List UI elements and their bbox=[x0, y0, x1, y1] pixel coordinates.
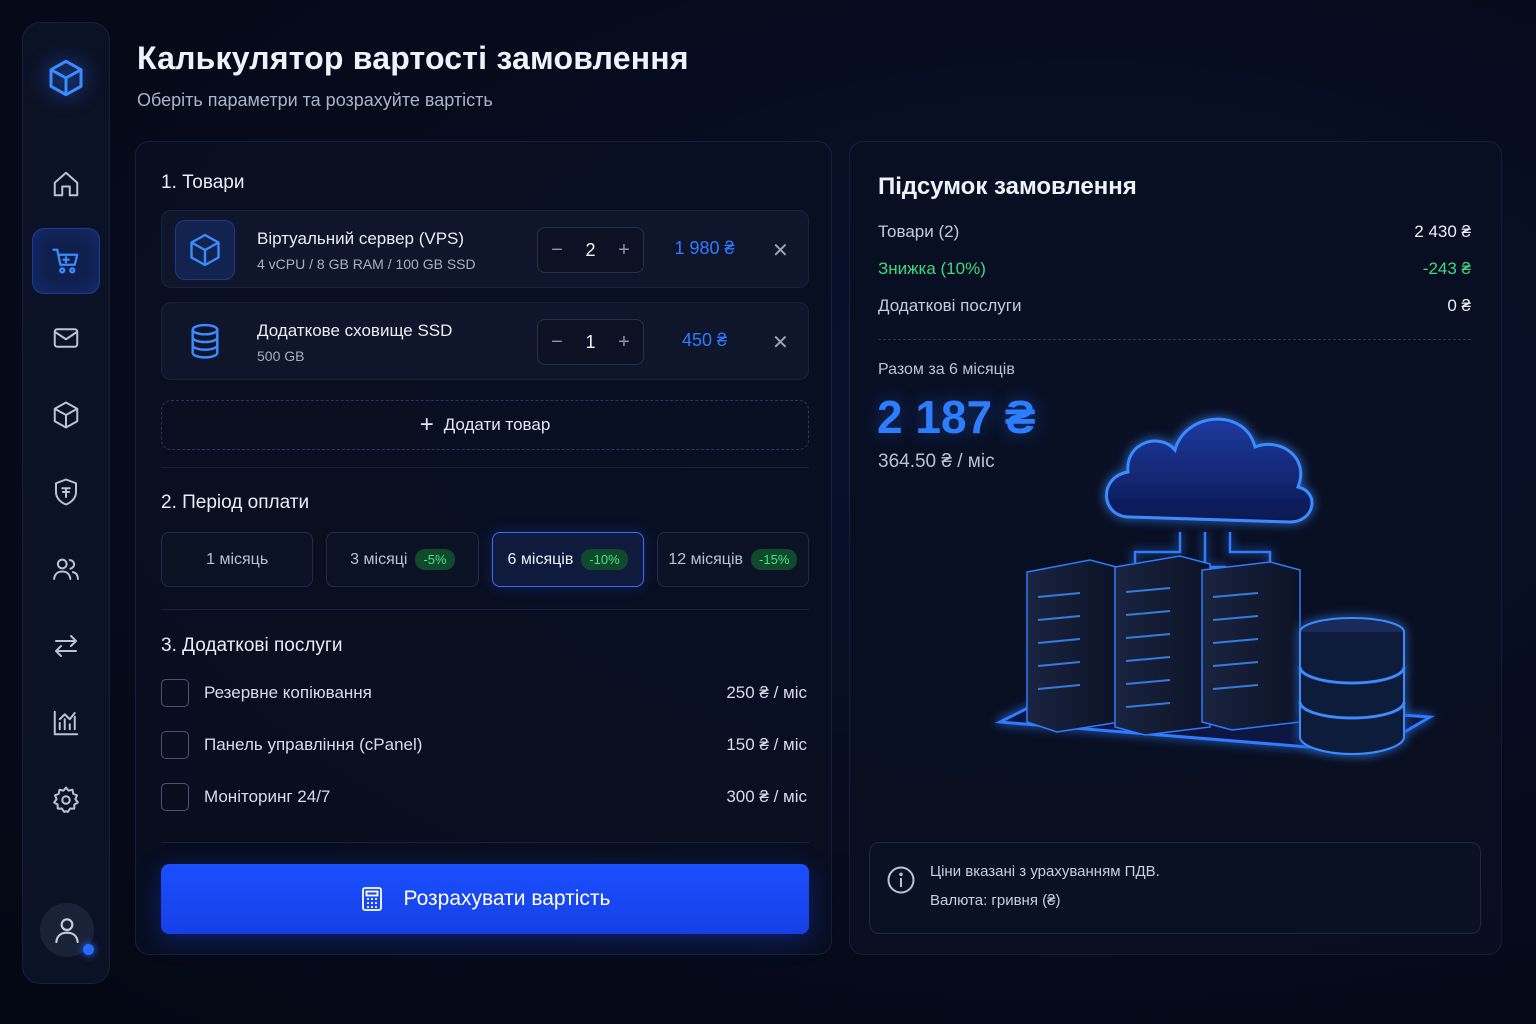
sidebar-nav bbox=[32, 151, 100, 833]
discount-badge: -10% bbox=[581, 549, 628, 570]
summary-divider bbox=[878, 339, 1471, 340]
analytics-icon bbox=[53, 710, 79, 736]
increment-button[interactable]: + bbox=[617, 239, 631, 262]
addon-price: 250 ₴ / міс bbox=[726, 683, 807, 702]
product-price: 1 980 ₴ bbox=[674, 238, 735, 258]
quantity-value[interactable]: 1 bbox=[585, 332, 595, 353]
addon-checkbox[interactable] bbox=[161, 731, 189, 759]
info-icon bbox=[887, 866, 915, 894]
sidebar-item-users[interactable] bbox=[32, 536, 100, 602]
sidebar-item-home[interactable] bbox=[32, 151, 100, 217]
period-section-title: 2. Період оплати bbox=[161, 492, 310, 513]
vat-info-box: Ціни вказані з урахуванням ПДВ. Валюта: … bbox=[869, 842, 1481, 934]
period-option-6-months[interactable]: 6 місяців -10% bbox=[491, 532, 644, 587]
addon-label: Моніторинг 24/7 bbox=[204, 787, 331, 806]
period-label: 3 місяці bbox=[350, 550, 408, 568]
summary-value: -243 ₴ bbox=[1422, 259, 1471, 278]
sidebar bbox=[22, 22, 110, 984]
home-icon bbox=[53, 171, 79, 197]
transfer-icon bbox=[55, 635, 77, 657]
increment-button[interactable]: + bbox=[617, 331, 631, 354]
summary-label: Товари (2) bbox=[878, 222, 960, 241]
product-name: Додаткове сховище SSD bbox=[257, 321, 453, 340]
addon-checkbox[interactable] bbox=[161, 783, 189, 811]
order-form-panel: 1. Товари Віртуальний сервер (VPS) 4 vCP… bbox=[135, 141, 832, 955]
sidebar-item-transfers[interactable] bbox=[32, 613, 100, 679]
period-label: 6 місяців bbox=[507, 550, 574, 568]
addon-backup: Резервне копіювання 250 ₴ / міс bbox=[161, 679, 809, 709]
user-icon bbox=[55, 918, 79, 944]
mail-icon bbox=[53, 328, 79, 348]
summary-value: 2 430 ₴ bbox=[1414, 222, 1471, 241]
page-subtitle: Оберіть параметри та розрахуйте вартість bbox=[137, 90, 493, 110]
decrement-button[interactable]: − bbox=[550, 331, 564, 354]
period-option-1-month[interactable]: 1 місяць bbox=[161, 532, 314, 587]
remove-icon[interactable]: ✕ bbox=[772, 330, 789, 355]
cloud-servers-illustration bbox=[994, 417, 1435, 756]
product-name: Віртуальний сервер (VPS) bbox=[257, 229, 465, 248]
sidebar-item-analytics[interactable] bbox=[32, 690, 100, 756]
plus-icon: + bbox=[419, 411, 434, 438]
period-options: 1 місяць 3 місяці -5% 6 місяців -10% 12 … bbox=[161, 532, 809, 587]
calculate-label: Розрахувати вартість bbox=[403, 887, 611, 910]
period-label: 12 місяців bbox=[668, 550, 744, 568]
quantity-stepper: − 1 + bbox=[537, 319, 644, 365]
products-section-title: 1. Товари bbox=[161, 172, 245, 193]
calculate-button[interactable]: Розрахувати вартість bbox=[161, 864, 809, 934]
product-price: 450 ₴ bbox=[681, 330, 728, 350]
product-spec: 500 GB bbox=[257, 348, 305, 364]
users-icon bbox=[53, 558, 79, 580]
decrement-button[interactable]: − bbox=[550, 239, 564, 262]
gear-icon bbox=[53, 786, 79, 813]
addon-price: 150 ₴ / міс bbox=[726, 735, 807, 754]
addons-section-title: 3. Додаткові послуги bbox=[161, 635, 343, 656]
online-status-dot bbox=[83, 944, 94, 955]
sidebar-item-products[interactable] bbox=[32, 382, 100, 448]
box-icon bbox=[53, 401, 79, 429]
shield-currency-icon bbox=[55, 478, 77, 506]
addon-checkbox[interactable] bbox=[161, 679, 189, 707]
discount-badge: -15% bbox=[751, 549, 798, 570]
cube-icon bbox=[175, 220, 235, 280]
addon-label: Резервне копіювання bbox=[204, 683, 372, 702]
product-spec: 4 vCPU / 8 GB RAM / 100 GB SSD bbox=[257, 256, 476, 272]
discount-badge: -5% bbox=[415, 549, 455, 570]
addon-price: 300 ₴ / міс bbox=[726, 787, 807, 806]
cube-logo-icon[interactable] bbox=[41, 53, 91, 103]
avatar[interactable] bbox=[40, 903, 94, 957]
add-product-label: Додати товар bbox=[443, 415, 551, 434]
summary-panel: Підсумок замовлення Товари (2) 2 430 ₴ З… bbox=[849, 141, 1502, 955]
quantity-value[interactable]: 2 bbox=[585, 240, 595, 261]
cart-icon bbox=[52, 248, 79, 274]
per-month-value: 364.50 ₴ / міс bbox=[878, 451, 995, 472]
summary-label: Додаткові послуги bbox=[878, 296, 1022, 315]
divider bbox=[161, 842, 809, 843]
sidebar-item-cart[interactable] bbox=[32, 228, 100, 294]
vat-note: Ціни вказані з урахуванням ПДВ. bbox=[930, 863, 1160, 880]
addon-label: Панель управління (cPanel) bbox=[204, 735, 423, 754]
sidebar-item-finance[interactable] bbox=[32, 459, 100, 525]
sidebar-item-mail[interactable] bbox=[32, 305, 100, 371]
period-label: 1 місяць bbox=[206, 550, 269, 568]
currency-note: Валюта: гривня (₴) bbox=[930, 892, 1061, 909]
summary-title: Підсумок замовлення bbox=[878, 173, 1137, 200]
product-row-storage: Додаткове сховище SSD 500 GB − 1 + 450 ₴… bbox=[161, 302, 809, 380]
page-title: Калькулятор вартості замовлення bbox=[137, 40, 689, 76]
summary-label: Знижка (10%) bbox=[878, 259, 986, 278]
remove-icon[interactable]: ✕ bbox=[772, 238, 789, 263]
divider bbox=[161, 609, 809, 610]
divider bbox=[161, 467, 809, 468]
database-icon bbox=[175, 312, 235, 372]
calculator-icon bbox=[361, 887, 382, 911]
summary-value: 0 ₴ bbox=[1447, 296, 1471, 315]
quantity-stepper: − 2 + bbox=[537, 227, 644, 273]
addon-cpanel: Панель управління (cPanel) 150 ₴ / міс bbox=[161, 731, 809, 761]
period-option-12-months[interactable]: 12 місяців -15% bbox=[656, 532, 809, 587]
product-row-vps: Віртуальний сервер (VPS) 4 vCPU / 8 GB R… bbox=[161, 210, 809, 288]
period-option-3-months[interactable]: 3 місяці -5% bbox=[326, 532, 479, 587]
sidebar-item-settings[interactable] bbox=[32, 767, 100, 833]
addon-monitoring: Моніторинг 24/7 300 ₴ / міс bbox=[161, 783, 809, 813]
add-product-button[interactable]: + Додати товар bbox=[161, 400, 809, 450]
